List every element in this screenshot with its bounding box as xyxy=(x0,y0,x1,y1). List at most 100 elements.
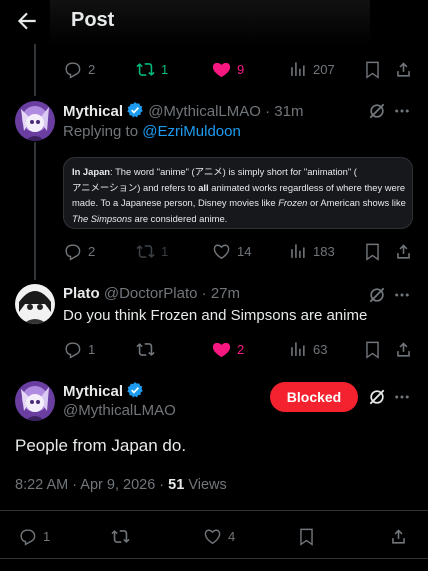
heart-icon xyxy=(204,529,221,544)
like-button[interactable]: 9 xyxy=(212,57,244,81)
verified-badge-icon xyxy=(127,382,143,398)
like-button[interactable]: 4 xyxy=(203,524,235,548)
display-name[interactable]: Mythical xyxy=(63,383,123,400)
repost-icon xyxy=(136,244,155,258)
reply1-meta: Mythical @MythicalLMAO · 31m xyxy=(63,101,303,120)
reply2-text: Do you think Frozen and Simpsons are ani… xyxy=(63,307,368,324)
avatar-mythical[interactable] xyxy=(15,101,55,141)
views-count: 51 xyxy=(168,477,185,493)
bookmark-icon xyxy=(366,243,379,261)
like-button[interactable]: 2 xyxy=(212,337,244,361)
share-icon xyxy=(397,341,410,357)
handle[interactable]: @MythicalLMAO xyxy=(148,103,261,120)
bookmark-button[interactable] xyxy=(363,57,382,81)
divider xyxy=(0,510,428,511)
views-icon xyxy=(291,243,305,258)
view-count: 183 xyxy=(313,243,335,259)
repost-button[interactable] xyxy=(111,524,130,548)
bookmark-button[interactable] xyxy=(297,524,316,548)
top-action-bar: 2 1 9 207 xyxy=(0,57,428,81)
like-count: 4 xyxy=(228,528,236,544)
sep: · xyxy=(265,103,271,120)
heart-icon xyxy=(213,244,230,259)
blocked-button[interactable]: Blocked xyxy=(270,382,358,412)
reply-icon xyxy=(65,61,81,79)
repost-count: 1 xyxy=(161,61,169,77)
reply-button[interactable]: 2 xyxy=(63,239,95,263)
main-text: People from Japan do. xyxy=(15,436,187,455)
grok-icon[interactable] xyxy=(367,285,387,305)
reply-count: 1 xyxy=(88,341,96,357)
main-handle[interactable]: @MythicalLMAO xyxy=(63,402,176,419)
avatar-plato[interactable] xyxy=(15,284,55,324)
replying-handle[interactable]: @EzriMuldoon xyxy=(142,123,241,140)
quote-line-3: made. To a Japanese person, Disney movie… xyxy=(72,197,406,208)
quoted-card[interactable]: In Japan: The word "anime" (アニメ) is simp… xyxy=(63,157,413,229)
repost-icon xyxy=(136,62,155,76)
reply2-action-bar: 1 2 63 xyxy=(0,337,428,361)
repost-icon xyxy=(136,342,155,356)
like-count: 14 xyxy=(237,243,252,259)
bookmark-button[interactable] xyxy=(363,337,382,361)
like-button[interactable]: 14 xyxy=(212,239,251,263)
quote-line-2: アニメーション) and refers to all animated work… xyxy=(72,181,406,193)
heart-icon xyxy=(212,62,231,77)
reply-button[interactable]: 1 xyxy=(63,337,95,361)
sep: · xyxy=(201,285,207,302)
repost-icon xyxy=(111,529,130,543)
bookmark-button[interactable] xyxy=(363,239,382,263)
views-button[interactable]: 207 xyxy=(288,57,335,81)
views-label: Views xyxy=(184,477,227,493)
repost-button[interactable]: 1 xyxy=(136,57,168,81)
repost-count: 1 xyxy=(161,243,169,259)
reply-button[interactable]: 1 xyxy=(18,524,50,548)
main-action-bar: 1 4 xyxy=(0,524,428,548)
main-timestamp-line: 8:22 AM · Apr 9, 2026 · 51 Views xyxy=(15,477,227,493)
reply-icon xyxy=(65,243,81,261)
quote-line-4: The Simpsons are considered anime. xyxy=(72,212,228,224)
reply-count: 2 xyxy=(88,243,96,259)
replying-to: Replying to @EzriMuldoon xyxy=(63,123,241,140)
time[interactable]: 27m xyxy=(211,285,240,302)
share-button[interactable] xyxy=(394,337,413,361)
reply1-action-bar: 2 1 14 183 xyxy=(0,239,428,263)
back-arrow-icon[interactable] xyxy=(14,8,40,34)
reply-icon xyxy=(20,528,36,546)
more-icon[interactable] xyxy=(393,388,411,406)
reply2-meta: Plato @DoctorPlato · 27m xyxy=(63,285,240,302)
verified-badge-icon xyxy=(127,102,143,118)
more-icon[interactable] xyxy=(393,102,411,120)
share-button[interactable] xyxy=(394,57,413,81)
display-name[interactable]: Mythical xyxy=(63,103,123,120)
grok-icon[interactable] xyxy=(367,387,387,407)
like-count: 9 xyxy=(237,61,245,77)
share-button[interactable] xyxy=(394,239,413,263)
bookmark-icon xyxy=(300,528,313,546)
reply-icon xyxy=(65,341,81,359)
main-name-line: Mythical xyxy=(63,381,144,400)
repost-button[interactable]: 1 xyxy=(136,239,168,263)
reply-count: 1 xyxy=(43,528,51,544)
time[interactable]: 31m xyxy=(274,103,303,120)
view-count: 63 xyxy=(313,341,328,357)
heart-icon xyxy=(212,342,231,357)
repost-button[interactable] xyxy=(136,337,155,361)
replying-prefix: Replying to xyxy=(63,123,139,140)
divider-bottom xyxy=(0,558,428,559)
more-icon[interactable] xyxy=(393,286,411,304)
handle[interactable]: @DoctorPlato xyxy=(104,285,198,302)
views-button[interactable]: 63 xyxy=(288,337,327,361)
avatar-mythical-main[interactable] xyxy=(15,381,55,421)
share-button[interactable] xyxy=(389,524,408,548)
reply-button[interactable]: 2 xyxy=(63,57,95,81)
timestamp[interactable]: 8:22 AM · Apr 9, 2026 · xyxy=(15,477,168,493)
views-icon xyxy=(291,341,305,356)
like-count: 2 xyxy=(237,341,245,357)
display-name[interactable]: Plato xyxy=(63,285,100,302)
header: Post xyxy=(0,0,428,46)
share-icon xyxy=(397,243,410,259)
grok-icon[interactable] xyxy=(367,101,387,121)
bookmark-icon xyxy=(366,341,379,359)
views-icon xyxy=(291,61,305,76)
views-button[interactable]: 183 xyxy=(288,239,335,263)
